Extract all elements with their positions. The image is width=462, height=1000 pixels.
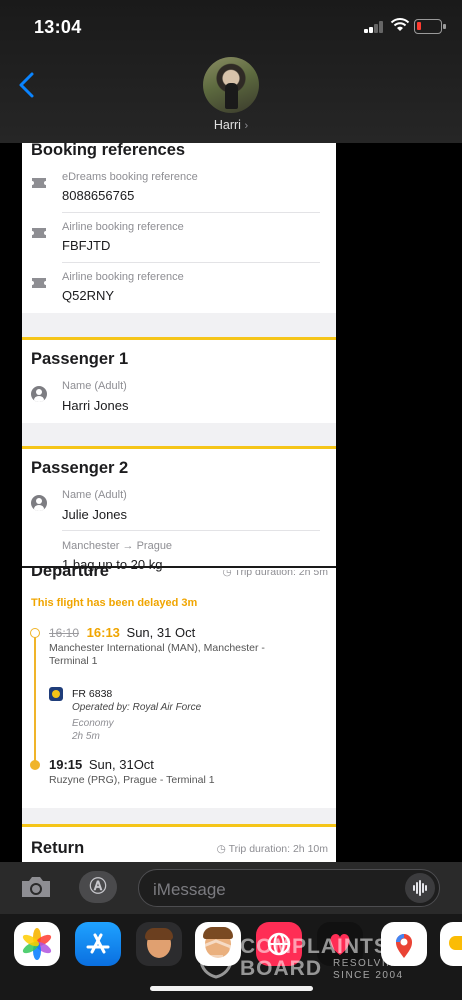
imessage-placeholder: iMessage (153, 880, 226, 899)
departure-date: Sun, 31 Oct (126, 625, 196, 640)
booking-ref-value: FBFJTD (62, 238, 111, 253)
booking-ref-label: Airline booking reference (62, 221, 184, 233)
passenger-2-title: Passenger 2 (31, 459, 129, 477)
watermark-line1: COMPLAINTS (240, 935, 389, 958)
home-indicator[interactable] (150, 986, 313, 991)
contact-avatar[interactable] (203, 57, 259, 113)
passenger-1-title: Passenger 1 (31, 350, 129, 368)
return-trip-duration: ◷ Trip duration: 2h 10m (216, 843, 328, 855)
shared-screenshot-image[interactable]: Booking references eDreams booking refer… (22, 143, 336, 862)
memoji-app-icon[interactable] (136, 922, 182, 966)
app-store-button[interactable]: Ⓐ (79, 871, 117, 903)
flight-number: FR 6838 (72, 688, 113, 700)
return-title: Return (31, 839, 85, 857)
partial-app-icon[interactable] (440, 922, 462, 966)
flight-timeline (34, 637, 36, 762)
passenger-name: Julie Jones (62, 507, 128, 522)
watermark-tag1: RESOLVING (333, 958, 405, 969)
app-store-icon: Ⓐ (89, 877, 107, 896)
ticket-icon (32, 228, 46, 238)
back-chevron-icon[interactable] (14, 70, 42, 100)
departure-time-row: 16:10 16:13 Sun, 31 Oct (49, 625, 195, 640)
status-time: 13:04 (34, 17, 82, 37)
section-spacer (22, 313, 336, 337)
arrival-dot (30, 760, 40, 770)
booking-references-title: Booking references (31, 143, 186, 159)
passenger-label: Name (Adult) (62, 380, 127, 392)
person-icon (31, 495, 47, 511)
booking-ref-value: Q52RNY (62, 288, 115, 303)
flight-duration: 2h 5m (72, 731, 100, 742)
arrival-airport: Ruzyne (PRG), Prague - Terminal 1 (49, 774, 215, 786)
arrival-date: Sun, 31Oct (88, 757, 154, 772)
operated-by: Operated by: Royal Air Force (72, 702, 202, 713)
section-accent-line (22, 446, 336, 449)
section-spacer (22, 423, 336, 446)
route-label: Manchester → Prague (62, 540, 173, 552)
cabin-class: Economy (72, 718, 114, 729)
stitch-seam (22, 566, 336, 568)
watermark-shield-logo (199, 939, 233, 979)
message-input-bar: Ⓐ iMessage (0, 862, 462, 914)
departure-terminal: Terminal 1 (49, 655, 98, 667)
waveform-icon (413, 880, 427, 896)
departure-dot (30, 628, 40, 638)
airline-logo-icon (49, 687, 63, 701)
photos-app-icon[interactable] (14, 922, 60, 966)
passenger-label: Name (Adult) (62, 489, 127, 501)
battery-icon (414, 19, 446, 34)
chevron-right-icon: › (244, 120, 249, 132)
contact-name-button[interactable]: Harri › (0, 118, 462, 132)
wifi-icon (390, 18, 410, 31)
complaints-board-watermark: COMPLAINTS BOARD RESOLVING SINCE 2004 (198, 935, 428, 985)
booking-ref-label: eDreams booking reference (62, 171, 198, 183)
booking-ref-label: Airline booking reference (62, 271, 184, 283)
imessage-input[interactable]: iMessage (138, 869, 440, 907)
new-departure-time: 16:13 (86, 625, 120, 640)
cellular-signal-icon (364, 21, 384, 33)
old-departure-time: 16:10 (49, 626, 80, 640)
arrival-time-row: 19:15 Sun, 31Oct (49, 757, 154, 772)
clock-icon: ◷ (216, 843, 226, 855)
section-accent-line (22, 337, 336, 340)
camera-icon[interactable] (19, 874, 53, 900)
watermark-line2: BOARD (240, 957, 322, 980)
section-spacer (22, 808, 336, 824)
ticket-icon (32, 178, 46, 188)
ticket-icon (32, 278, 46, 288)
audio-message-button[interactable] (405, 873, 435, 903)
arrival-time: 19:15 (49, 757, 83, 772)
delay-notice: This flight has been delayed 3m (31, 597, 198, 609)
watermark-tag2: SINCE 2004 (333, 970, 404, 981)
app-store-app-icon[interactable] (75, 922, 121, 966)
contact-name: Harri (213, 118, 241, 132)
passenger-name: Harri Jones (62, 398, 129, 413)
section-accent-line (22, 824, 336, 827)
booking-ref-value: 8088656765 (62, 188, 135, 203)
departure-airport: Manchester International (MAN), Manchest… (49, 642, 265, 654)
person-icon (31, 386, 47, 402)
conversation-header: 13:04 Harri › (0, 0, 462, 143)
